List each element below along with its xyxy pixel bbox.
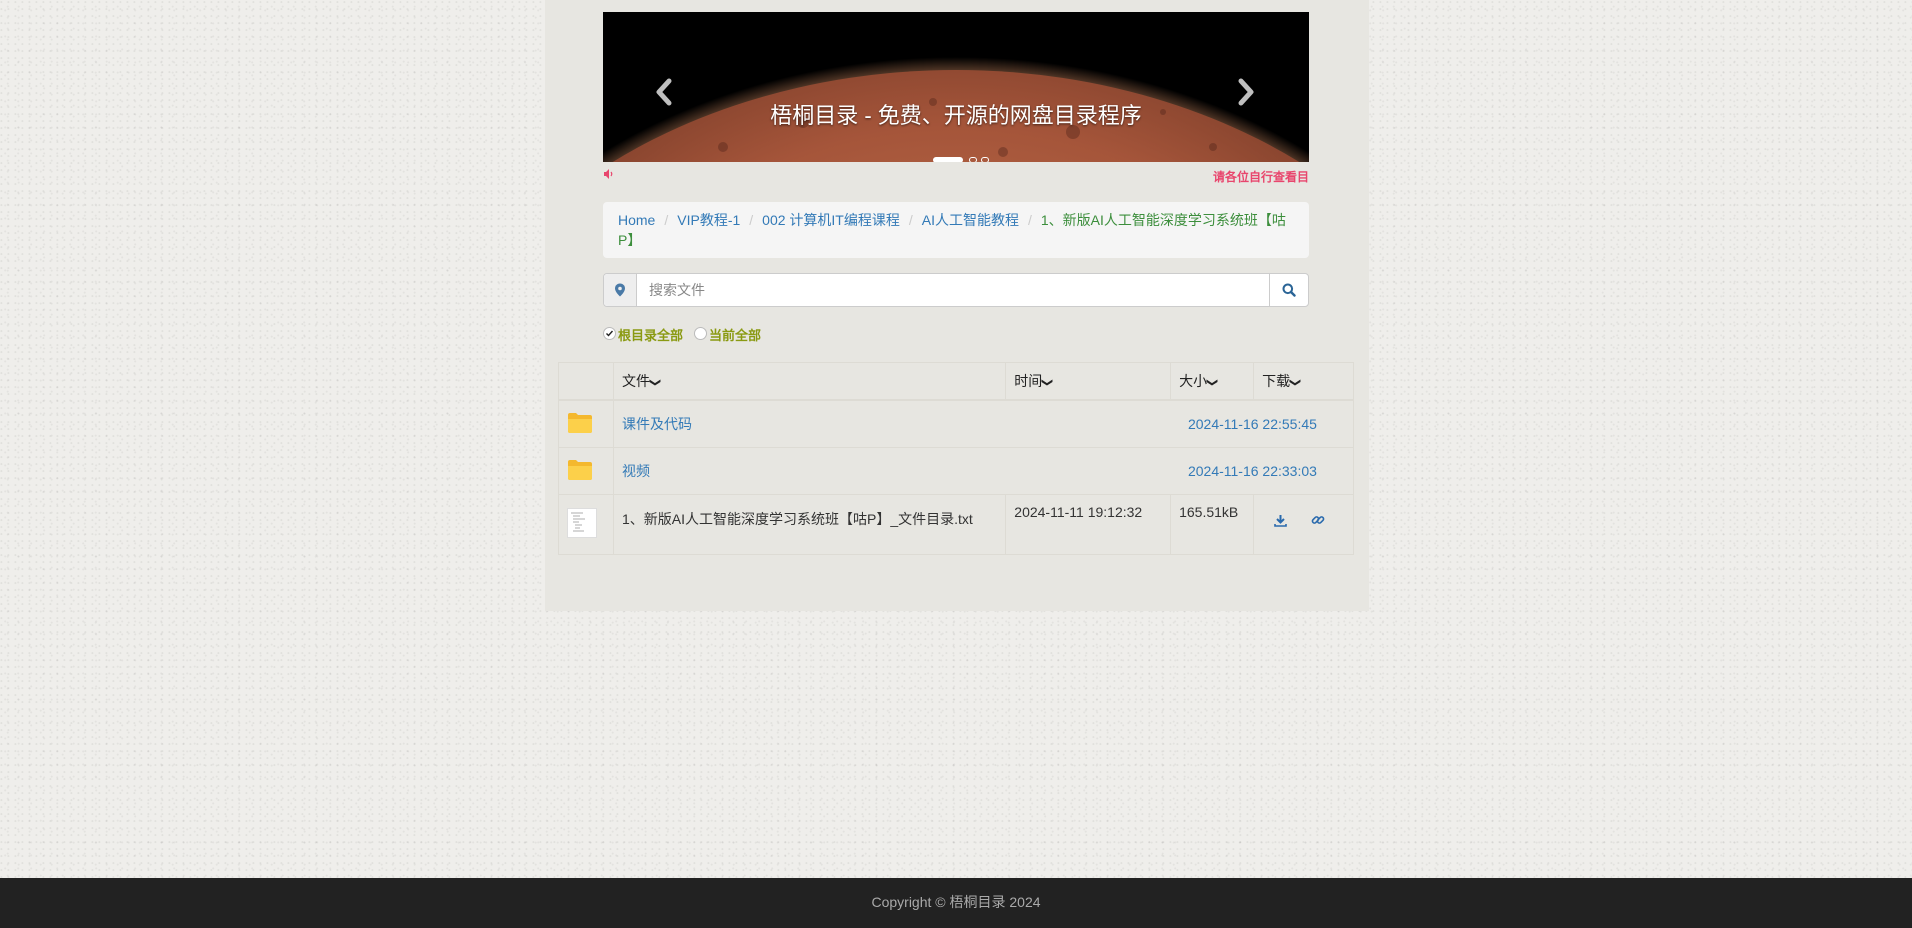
header-time[interactable]: 时间❯ [1005, 362, 1172, 401]
chevron-right-icon [1238, 78, 1254, 106]
carousel-indicator-3[interactable] [981, 157, 989, 162]
carousel-indicator-1[interactable] [933, 157, 963, 162]
link-icon [1311, 516, 1325, 524]
scope-root-label[interactable]: 根目录全部 [618, 325, 683, 344]
search-icon [1282, 283, 1296, 297]
scope-root-radio[interactable] [603, 327, 616, 340]
notice-text: 请各位自行查看目 [1212, 170, 1309, 184]
banner-carousel: 梧桐目录 - 免费、开源的网盘目录程序 [603, 12, 1309, 162]
table-header-row: 文件❯ 时间❯ 大小❯ 下载❯ [558, 362, 1354, 401]
map-marker-icon [604, 274, 637, 306]
carousel-next-button[interactable] [1231, 77, 1261, 107]
copy-link-button[interactable] [1311, 513, 1325, 530]
scope-current-label[interactable]: 当前全部 [709, 325, 761, 344]
footer: Copyright © 梧桐目录 2024 [0, 878, 1912, 928]
file-name-cell: 1、新版AI人工智能深度学习系统班【咕P】_文件目录.txt [612, 494, 1007, 555]
marquee-notice: 请各位自行查看目 [603, 167, 1309, 185]
breadcrumb-vip[interactable]: VIP教程-1 [677, 212, 740, 228]
row-icon-cell [558, 447, 614, 495]
table-row[interactable]: 课件及代码 2024-11-16 22:55:45 [558, 399, 1355, 448]
folder-date: 2024-11-16 22:33:03 [1187, 463, 1317, 479]
carousel-caption: 梧桐目录 - 免费、开源的网盘目录程序 [770, 103, 1142, 128]
breadcrumb-home[interactable]: Home [618, 212, 655, 228]
breadcrumb-separator: / [749, 212, 754, 228]
search-input[interactable] [637, 274, 1269, 306]
folder-link[interactable]: 课件及代码 [622, 416, 692, 432]
row-icon-cell [558, 494, 614, 555]
download-icon [1274, 515, 1287, 527]
checkmark-icon [606, 330, 614, 337]
breadcrumb-it-course[interactable]: 002 计算机IT编程课程 [762, 212, 900, 228]
breadcrumb-ai-course[interactable]: AI人工智能教程 [922, 212, 1019, 228]
file-name[interactable]: 1、新版AI人工智能深度学习系统班【咕P】_文件目录.txt [622, 509, 973, 529]
download-button[interactable] [1274, 514, 1287, 530]
breadcrumb: Home / VIP教程-1/002 计算机IT编程课程 / AI人工智能教程/1、新版… [603, 202, 1309, 258]
main-container: 梧桐目录 - 免费、开源的网盘目录程序 请各位自行查看目 Home / VIP教程-… [545, 0, 1369, 611]
chevron-down-icon: ❯ [1206, 377, 1219, 388]
chevron-down-icon: ❯ [1289, 377, 1302, 388]
search-button[interactable] [1269, 274, 1308, 306]
mars-banner-image [603, 12, 1309, 162]
txt-file-thumbnail-icon [567, 508, 597, 538]
scope-current-radio[interactable] [694, 327, 707, 340]
file-actions-cell [1253, 494, 1354, 555]
row-main-cell: 课件及代码 2024-11-16 22:55:45 [612, 399, 1355, 448]
header-file[interactable]: 文件❯ [612, 362, 1007, 401]
folder-icon [568, 412, 592, 433]
copyright-text: Copyright © 梧桐目录 2024 [871, 894, 1041, 910]
header-download[interactable]: 下载❯ [1253, 362, 1354, 401]
carousel-indicator-2[interactable] [969, 157, 977, 162]
file-table: 文件❯ 时间❯ 大小❯ 下载❯ 课件及代码 2024-11-16 22:55:4… [558, 362, 1355, 555]
folder-link[interactable]: 视频 [622, 463, 650, 479]
carousel-indicators [603, 157, 1309, 162]
file-time-cell: 2024-11-11 19:12:32 [1005, 494, 1172, 555]
table-row[interactable]: 视频 2024-11-16 22:33:03 [558, 447, 1355, 495]
search-bar [603, 273, 1309, 307]
chevron-down-icon: ❯ [1041, 377, 1054, 388]
row-icon-cell [558, 399, 614, 448]
header-size[interactable]: 大小❯ [1170, 362, 1255, 401]
file-size-cell: 165.51kB [1170, 494, 1255, 555]
chevron-down-icon: ❯ [649, 377, 662, 388]
breadcrumb-separator: / [664, 212, 669, 228]
header-icon-col [558, 362, 614, 401]
row-main-cell: 视频 2024-11-16 22:33:03 [612, 447, 1355, 495]
table-row[interactable]: 1、新版AI人工智能深度学习系统班【咕P】_文件目录.txt 2024-11-1… [558, 494, 1354, 555]
volume-icon [603, 168, 615, 183]
folder-date: 2024-11-16 22:55:45 [1187, 416, 1317, 432]
breadcrumb-separator: / [908, 212, 913, 228]
breadcrumb-separator: / [1027, 212, 1032, 228]
folder-icon [568, 459, 592, 480]
